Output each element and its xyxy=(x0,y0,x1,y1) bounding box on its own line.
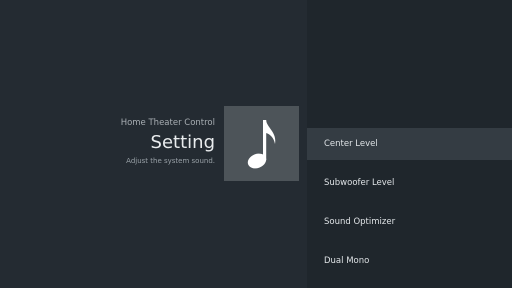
menu-item-center-level[interactable]: Center Level xyxy=(307,128,512,160)
menu-item-subwoofer-level[interactable]: Subwoofer Level xyxy=(307,167,512,199)
breadcrumb: Home Theater Control xyxy=(120,118,215,128)
menu-item-label: Sound Optimizer xyxy=(324,217,396,227)
guidance-header: Home Theater Control Setting Adjust the … xyxy=(15,118,215,166)
page-description: Adjust the system sound. xyxy=(126,157,215,165)
menu-item-dual-mono[interactable]: Dual Mono xyxy=(307,245,512,277)
menu-item-label: Subwoofer Level xyxy=(324,178,395,188)
page-title: Setting xyxy=(150,132,215,153)
settings-menu: Center Level Subwoofer Level Sound Optim… xyxy=(307,0,512,288)
music-note-icon xyxy=(224,106,299,181)
menu-item-label: Center Level xyxy=(324,139,378,149)
menu-item-sound-optimizer[interactable]: Sound Optimizer xyxy=(307,206,512,238)
menu-item-label: Dual Mono xyxy=(324,256,370,266)
